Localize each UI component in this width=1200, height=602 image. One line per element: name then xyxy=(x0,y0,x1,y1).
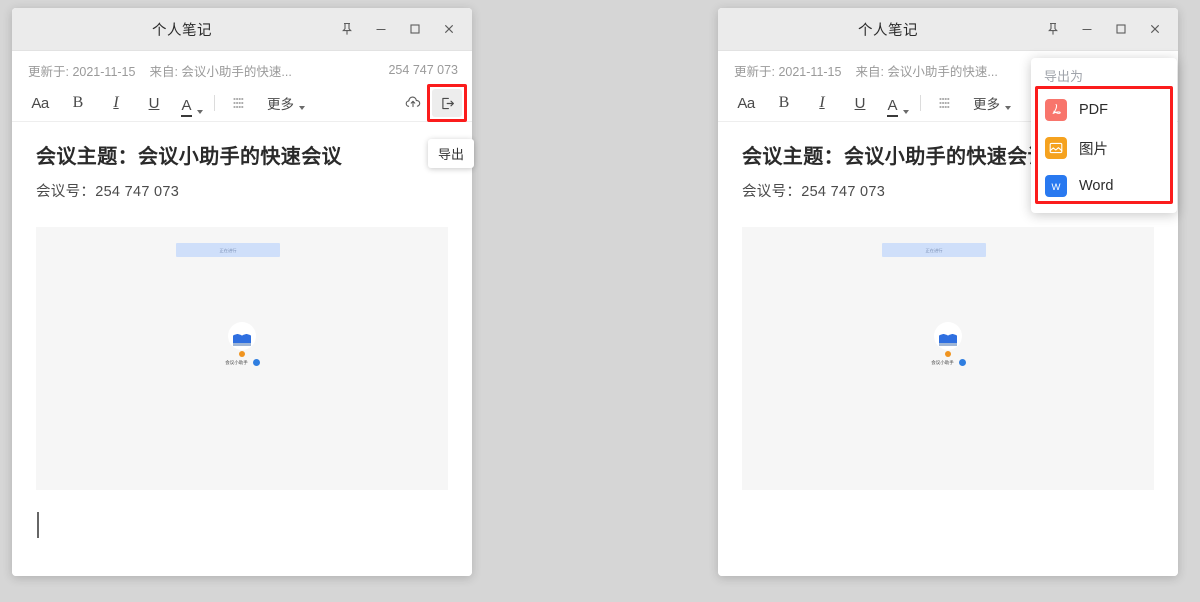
meta-updated: 更新于: 2021-11-15 xyxy=(734,64,842,79)
embed-participant: 会议小助手 xyxy=(742,322,1154,366)
export-button[interactable] xyxy=(432,89,462,117)
export-option-label: Word xyxy=(1079,178,1114,194)
font-color-label: A xyxy=(887,98,898,117)
pin-icon[interactable] xyxy=(330,8,364,50)
export-button-wrap xyxy=(427,84,467,122)
export-option-image[interactable]: 图片 xyxy=(1031,129,1177,167)
export-tooltip: 导出 xyxy=(428,139,475,168)
close-icon[interactable] xyxy=(1138,8,1172,50)
more-label: 更多 xyxy=(267,97,294,112)
pdf-icon xyxy=(1045,99,1067,121)
font-color-button[interactable]: A xyxy=(178,89,206,117)
export-dropdown-header: 导出为 xyxy=(1044,69,1084,84)
italic-button[interactable]: I xyxy=(808,89,836,117)
italic-button[interactable]: I xyxy=(102,89,130,117)
meta-meeting-code: 254 747 073 xyxy=(388,63,458,77)
meeting-avatar-icon xyxy=(228,322,256,350)
minimize-icon[interactable] xyxy=(1070,8,1104,50)
embed-participant: 会议小助手 xyxy=(36,322,448,366)
embed-avatar-label: 会议小助手 xyxy=(225,360,249,366)
embed-banner: 正在进行 xyxy=(176,243,280,257)
chevron-down-icon xyxy=(299,106,305,110)
status-dot-icon xyxy=(239,351,245,357)
export-option-label: PDF xyxy=(1079,102,1108,118)
window-inner-left: 个人笔记 更新于: 2021-11-15 来自: 会议小助手的快速... 254… xyxy=(12,8,472,576)
user-badge-icon xyxy=(252,359,260,366)
underline-button[interactable]: U xyxy=(846,89,874,117)
export-dropdown-menu: 导出为 PDF 图片 W Word xyxy=(1031,58,1177,213)
bold-button[interactable]: B xyxy=(770,89,798,117)
titlebar-right: 个人笔记 xyxy=(718,8,1178,51)
document-subtitle: 会议号：254 747 073 xyxy=(36,184,180,200)
pin-icon[interactable] xyxy=(1036,8,1070,50)
bullet-list-icon[interactable] xyxy=(931,89,959,117)
more-button[interactable]: 更多 xyxy=(973,93,1011,113)
more-label: 更多 xyxy=(973,97,1000,112)
embed-banner-text: 正在进行 xyxy=(925,247,943,253)
export-option-word[interactable]: W Word xyxy=(1031,167,1177,205)
embedded-screenshot[interactable]: 正在进行 会议小助手 xyxy=(742,227,1154,490)
maximize-icon[interactable] xyxy=(1104,8,1138,50)
minimize-icon[interactable] xyxy=(364,8,398,50)
underline-button[interactable]: U xyxy=(140,89,168,117)
embedded-screenshot[interactable]: 正在进行 会议小助手 xyxy=(36,227,448,490)
user-badge-icon xyxy=(958,359,966,366)
chevron-down-icon xyxy=(196,110,203,114)
image-icon xyxy=(1045,137,1067,159)
embed-avatar-label: 会议小助手 xyxy=(931,360,955,366)
document-title: 会议主题：会议小助手的快速会议 xyxy=(36,146,342,168)
font-size-button[interactable]: Aa xyxy=(732,89,760,117)
meta-updated: 更新于: 2021-11-15 xyxy=(28,64,136,79)
bullet-list-icon[interactable] xyxy=(225,89,253,117)
toolbar-divider xyxy=(920,95,921,111)
meta-row-left: 更新于: 2021-11-15 来自: 会议小助手的快速... 254 747 … xyxy=(12,55,472,85)
embed-participant-label: 会议小助手 xyxy=(224,359,260,366)
window-controls-left xyxy=(330,8,472,50)
document-body-left[interactable]: 会议主题：会议小助手的快速会议 会议号：254 747 073 正在进行 会议小… xyxy=(12,122,472,538)
editor-toolbar-left: Aa B I U A 更多 xyxy=(12,84,472,122)
chevron-down-icon xyxy=(1005,106,1011,110)
meta-source: 来自: 会议小助手的快速... xyxy=(149,64,292,79)
meeting-avatar-icon xyxy=(934,322,962,350)
export-option-pdf[interactable]: PDF xyxy=(1031,91,1177,129)
window-controls-right xyxy=(1036,8,1178,50)
more-button[interactable]: 更多 xyxy=(267,93,305,113)
word-icon: W xyxy=(1045,175,1067,197)
bold-button[interactable]: B xyxy=(64,89,92,117)
embed-banner-text: 正在进行 xyxy=(219,247,237,253)
chevron-down-icon xyxy=(902,110,909,114)
cloud-upload-icon[interactable] xyxy=(398,89,428,117)
toolbar-right-group-left xyxy=(398,84,467,122)
font-size-button[interactable]: Aa xyxy=(26,89,54,117)
toolbar-divider xyxy=(214,95,215,111)
close-icon[interactable] xyxy=(432,8,466,50)
export-option-label: 图片 xyxy=(1079,141,1108,158)
text-cursor xyxy=(37,512,39,538)
meta-source: 来自: 会议小助手的快速... xyxy=(855,64,998,79)
status-dot-icon xyxy=(945,351,951,357)
embed-participant-label: 会议小助手 xyxy=(930,359,966,366)
font-color-label: A xyxy=(181,98,192,117)
titlebar-left: 个人笔记 xyxy=(12,8,472,51)
embed-banner: 正在进行 xyxy=(882,243,986,257)
maximize-icon[interactable] xyxy=(398,8,432,50)
font-color-button[interactable]: A xyxy=(884,89,912,117)
notes-window-left: 个人笔记 更新于: 2021-11-15 来自: 会议小助手的快速... 254… xyxy=(12,8,475,576)
svg-text:W: W xyxy=(1052,182,1061,193)
